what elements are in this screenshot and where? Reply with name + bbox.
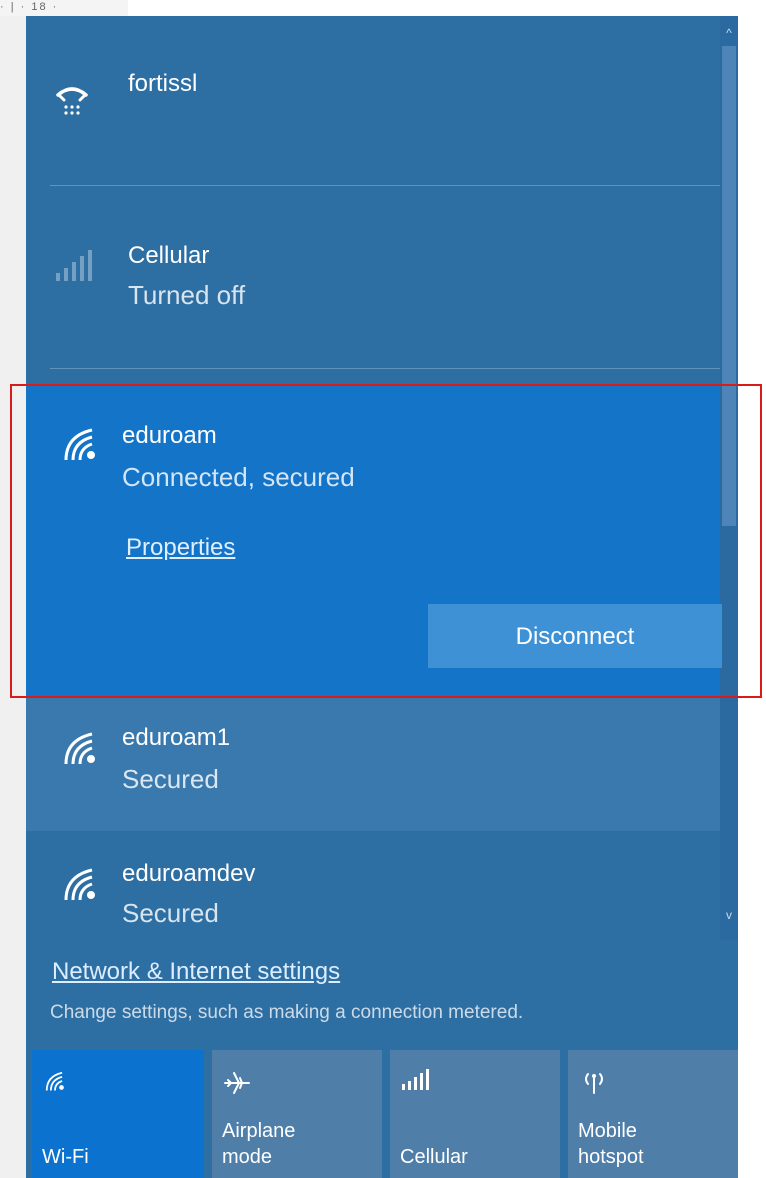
ruler: · | · 18 · <box>0 0 128 17</box>
network-status: Connected, secured <box>122 462 355 492</box>
tile-label: Mobile hotspot <box>578 1118 644 1170</box>
tile-cellular[interactable]: Cellular <box>390 1050 560 1178</box>
network-status: Secured <box>122 764 219 794</box>
network-name: eduroam1 <box>122 724 231 751</box>
tile-label-line1: Mobile <box>578 1120 637 1142</box>
cellular-signal-icon <box>400 1068 430 1098</box>
mobile-hotspot-icon <box>578 1068 608 1098</box>
network-internet-settings-link[interactable]: Network & Internet settings <box>52 958 340 986</box>
network-item-eduroamdev[interactable]: eduroamdev Secured <box>26 834 720 940</box>
network-name: fortissl <box>128 70 198 97</box>
tile-wifi[interactable]: Wi-Fi <box>32 1050 204 1178</box>
tile-mobile-hotspot[interactable]: Mobile hotspot <box>568 1050 738 1178</box>
tile-label-line2: mode <box>222 1146 273 1168</box>
network-status: Secured <box>122 898 219 928</box>
network-item-cellular[interactable]: Cellular Turned off <box>26 190 720 370</box>
tile-label: Wi-Fi <box>42 1144 89 1170</box>
scroll-thumb[interactable] <box>722 46 736 526</box>
wifi-icon <box>58 726 102 770</box>
tile-airplane-mode[interactable]: Airplane mode <box>212 1050 382 1178</box>
scrollbar[interactable]: ^ v <box>720 16 738 940</box>
tile-label-line2: Wi-Fi <box>42 1146 89 1168</box>
properties-link[interactable]: Properties <box>126 534 235 562</box>
tile-label-line1: Airplane <box>222 1120 296 1142</box>
settings-description: Change settings, such as making a connec… <box>50 1002 524 1023</box>
airplane-icon <box>222 1068 252 1098</box>
tile-label: Airplane mode <box>222 1118 295 1170</box>
quick-actions: Wi-Fi Airplane mode Cellular Mobile hots… <box>32 1050 738 1178</box>
tile-label-line2: Cellular <box>400 1146 468 1168</box>
scroll-up-arrow-icon[interactable]: ^ <box>720 22 738 44</box>
network-item-fortissl[interactable]: fortissl <box>26 48 720 190</box>
scroll-down-arrow-icon[interactable]: v <box>720 904 738 926</box>
wifi-icon <box>58 862 102 906</box>
network-name: Cellular <box>128 242 210 269</box>
ruler-text: · | · 18 · <box>0 1 59 13</box>
wifi-icon <box>42 1068 72 1098</box>
network-status: Turned off <box>128 280 246 310</box>
network-name: eduroam <box>122 422 217 449</box>
wifi-icon <box>58 422 102 466</box>
network-name: eduroamdev <box>122 860 256 887</box>
cellular-signal-icon <box>54 248 98 292</box>
left-background-strip <box>0 16 26 1178</box>
tile-label-line2: hotspot <box>578 1146 644 1168</box>
divider <box>50 368 720 369</box>
dial-up-phone-icon <box>52 78 96 122</box>
divider <box>50 185 720 186</box>
network-item-eduroam1[interactable]: eduroam1 Secured <box>26 698 720 831</box>
tile-label: Cellular <box>400 1144 468 1170</box>
disconnect-button[interactable]: Disconnect <box>428 604 722 668</box>
